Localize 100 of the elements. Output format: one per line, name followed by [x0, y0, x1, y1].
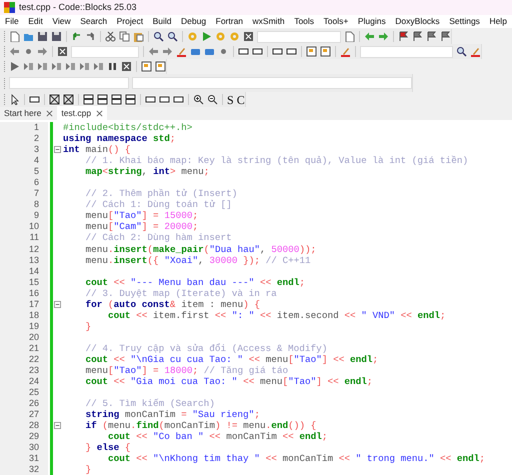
panel-icon[interactable]	[97, 94, 108, 105]
line-number: 21	[0, 342, 48, 354]
new-file-icon[interactable]	[9, 31, 20, 42]
menu-item[interactable]: Help	[489, 15, 507, 28]
window-icon[interactable]	[141, 61, 152, 72]
code-line: // 2. Thêm phần tử (Insert)	[84, 188, 238, 200]
save-icon[interactable]	[37, 31, 48, 42]
window-icon[interactable]	[155, 61, 166, 72]
save-icon[interactable]	[51, 31, 62, 42]
fold-icon[interactable]	[54, 146, 61, 154]
menu-item[interactable]: Fortran	[216, 15, 244, 28]
line-number: 24	[0, 376, 48, 388]
back-arrow-icon[interactable]	[364, 31, 375, 42]
pencil-icon[interactable]	[470, 46, 481, 57]
panel-icon[interactable]	[125, 94, 136, 105]
rectangle-icon[interactable]	[29, 94, 40, 105]
crossed-box-icon[interactable]	[49, 94, 60, 105]
fold-icon[interactable]	[54, 422, 61, 430]
dropdown-field[interactable]	[132, 77, 412, 89]
flag-icon[interactable]	[412, 31, 423, 42]
menu-item[interactable]: Project	[116, 15, 144, 28]
fold-icon[interactable]	[54, 300, 61, 308]
step-icon[interactable]	[65, 61, 76, 72]
pause-icon[interactable]	[107, 61, 118, 72]
step-icon[interactable]	[79, 61, 90, 72]
menu-item[interactable]: Tools	[294, 15, 314, 28]
editor-tab[interactable]: Start here	[0, 106, 58, 120]
cursor-icon[interactable]	[9, 94, 20, 105]
flag-icon[interactable]	[398, 31, 409, 42]
pencil-icon[interactable]	[176, 46, 187, 57]
toolbar-letter-button[interactable]: C	[236, 94, 245, 106]
menu-item[interactable]: Build	[152, 15, 172, 28]
play-icon[interactable]	[9, 61, 20, 72]
menu-item[interactable]: Tools+	[324, 15, 348, 28]
open-folder-icon[interactable]	[23, 31, 34, 42]
paste-icon[interactable]	[133, 31, 144, 42]
step-icon[interactable]	[93, 61, 104, 72]
menu-item[interactable]: View	[52, 15, 71, 28]
menu-item[interactable]: Search	[80, 15, 108, 28]
stop-icon[interactable]	[57, 46, 68, 57]
dot-icon[interactable]	[23, 46, 34, 57]
rectangle-icon[interactable]	[272, 46, 283, 57]
step-icon[interactable]	[51, 61, 62, 72]
code-line: // 4. Truy cập và sửa đổi (Access & Modify)	[84, 342, 328, 354]
rectangle-icon[interactable]	[238, 46, 249, 57]
search-icon[interactable]	[456, 46, 467, 57]
back-arrow-icon[interactable]	[9, 46, 20, 57]
dropdown-field[interactable]	[360, 46, 453, 58]
rectangle-icon[interactable]	[252, 46, 263, 57]
line-number: 17	[0, 298, 48, 310]
window-icon[interactable]	[320, 46, 331, 57]
line-number: 10	[0, 221, 48, 232]
forward-arrow-icon[interactable]	[37, 46, 48, 57]
code-line: string monCanTim = "Sau rieng";	[84, 409, 260, 420]
flag-icon[interactable]	[426, 31, 437, 42]
rectangle-icon[interactable]	[159, 94, 170, 105]
panel-icon[interactable]	[111, 94, 122, 105]
step-icon[interactable]	[37, 61, 48, 72]
window-icon[interactable]	[306, 46, 317, 57]
close-icon[interactable]	[96, 110, 104, 116]
menu-item[interactable]: Settings	[449, 15, 480, 28]
toolbar-letter-button[interactable]: S	[227, 94, 234, 106]
zoom-out-icon[interactable]	[207, 94, 218, 105]
menu-item[interactable]: DoxyBlocks	[395, 15, 440, 28]
search-icon[interactable]	[167, 31, 178, 42]
cut-icon[interactable]	[105, 31, 116, 42]
redo-icon[interactable]	[85, 31, 96, 42]
code-line: // 3. Duyệt map (Iterate) và in ra	[84, 288, 277, 299]
new-file-icon[interactable]	[344, 31, 355, 42]
play-icon[interactable]	[201, 31, 212, 42]
forward-arrow-icon[interactable]	[378, 31, 389, 42]
menu-item[interactable]: File	[5, 15, 19, 28]
stop-icon[interactable]	[121, 61, 132, 72]
undo-icon[interactable]	[71, 31, 82, 42]
code-line: // Cách 2: Dùng hàm insert	[84, 232, 232, 244]
stop-icon[interactable]	[243, 31, 254, 42]
rectangle-icon[interactable]	[173, 94, 184, 105]
panel-icon[interactable]	[83, 94, 94, 105]
menu-item[interactable]: Debug	[181, 15, 206, 28]
rectangle-icon[interactable]	[145, 94, 156, 105]
menu-item[interactable]: Edit	[28, 15, 43, 28]
menu-item[interactable]: Plugins	[358, 15, 386, 28]
dropdown-field[interactable]	[257, 30, 341, 42]
zoom-in-icon[interactable]	[193, 94, 204, 105]
pencil-icon[interactable]	[340, 46, 351, 57]
search-icon[interactable]	[153, 31, 164, 42]
dot-icon[interactable]	[218, 46, 229, 57]
back-arrow-icon[interactable]	[148, 46, 159, 57]
editor-tab[interactable]: test.cpp	[57, 106, 108, 120]
menu-item[interactable]: wxSmith	[252, 15, 285, 28]
flag-icon[interactable]	[440, 31, 451, 42]
dropdown-field[interactable]	[9, 77, 129, 89]
crossed-box-icon[interactable]	[63, 94, 74, 105]
copy-icon[interactable]	[119, 31, 130, 42]
close-icon[interactable]	[46, 110, 54, 116]
dropdown-field[interactable]	[71, 46, 139, 58]
forward-arrow-icon[interactable]	[162, 46, 173, 57]
step-icon[interactable]	[23, 61, 34, 72]
line-number: 20	[0, 332, 48, 343]
rectangle-icon[interactable]	[286, 46, 297, 57]
